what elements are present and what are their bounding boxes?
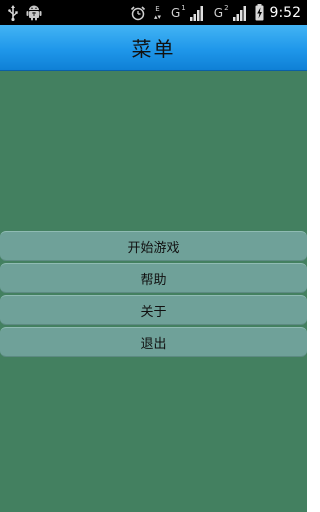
edge-badge: E (155, 4, 160, 13)
main-menu: 开始游戏 帮助 关于 退出 (0, 231, 307, 359)
start-game-button[interactable]: 开始游戏 (0, 231, 307, 261)
data-activity-indicator: E ▴▾ (154, 5, 161, 21)
help-button[interactable]: 帮助 (0, 263, 307, 293)
sim2-network-type: G 2 (213, 3, 229, 20)
exit-button[interactable]: 退出 (0, 327, 307, 357)
up-down-arrows-icon: ▴▾ (153, 12, 161, 21)
signal-bars-sim1-icon (189, 5, 204, 21)
android-debug-icon (26, 4, 42, 21)
page-title: 菜单 (131, 37, 176, 61)
signal-bars-sim2-icon (232, 5, 247, 21)
about-button[interactable]: 关于 (0, 295, 307, 325)
status-bar: E ▴▾ G 1 G 2 9:52 (0, 0, 307, 25)
title-bar: 菜单 (0, 25, 307, 71)
usb-icon (8, 4, 18, 21)
alarm-clock-icon (130, 5, 146, 21)
app-screen: E ▴▾ G 1 G 2 9:52 菜单 开始游戏 帮助 关于 退出 (0, 0, 307, 512)
battery-charging-icon (255, 4, 264, 21)
status-clock: 9:52 (269, 4, 301, 21)
sim1-network-type: G 1 (170, 3, 186, 20)
